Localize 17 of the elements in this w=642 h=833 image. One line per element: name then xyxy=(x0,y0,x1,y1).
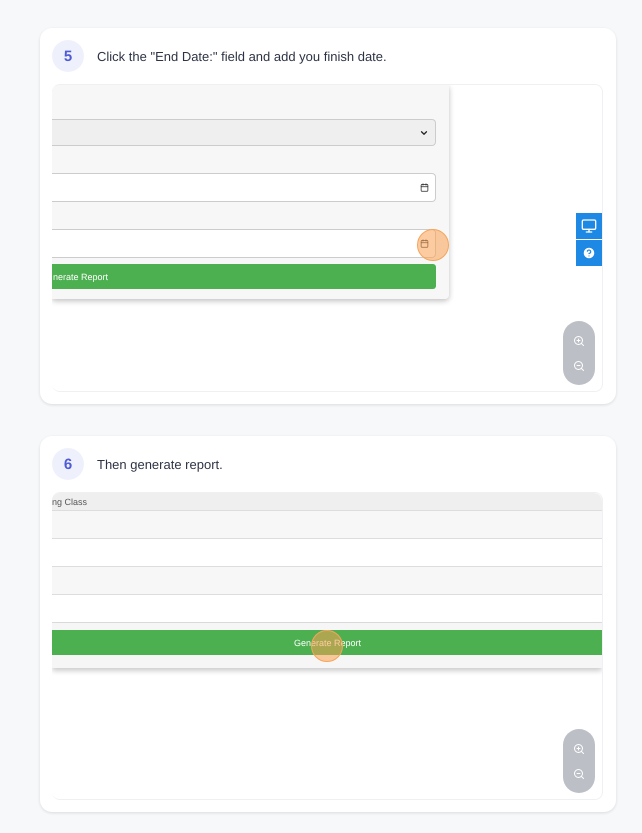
step-number: 5 xyxy=(52,40,84,72)
date-field[interactable] xyxy=(52,173,436,202)
click-marker xyxy=(417,229,449,261)
table-header: ng Class xyxy=(52,493,602,511)
select-field[interactable] xyxy=(52,119,436,146)
help-icon[interactable] xyxy=(576,240,602,266)
calendar-icon[interactable] xyxy=(420,183,429,192)
monitor-icon[interactable] xyxy=(576,213,602,239)
date-field[interactable] xyxy=(52,229,436,258)
step-instruction: Click the "End Date:" field and add you finish date. xyxy=(97,48,387,64)
zoom-in-icon[interactable] xyxy=(573,334,585,346)
step-number: 6 xyxy=(52,448,84,480)
zoom-out-icon[interactable] xyxy=(573,360,585,372)
step-instruction: Then generate report. xyxy=(97,456,223,472)
zoom-in-icon[interactable] xyxy=(573,742,585,754)
zoom-out-icon[interactable] xyxy=(573,768,585,780)
generate-report-button[interactable]: nerate Report xyxy=(52,264,436,289)
